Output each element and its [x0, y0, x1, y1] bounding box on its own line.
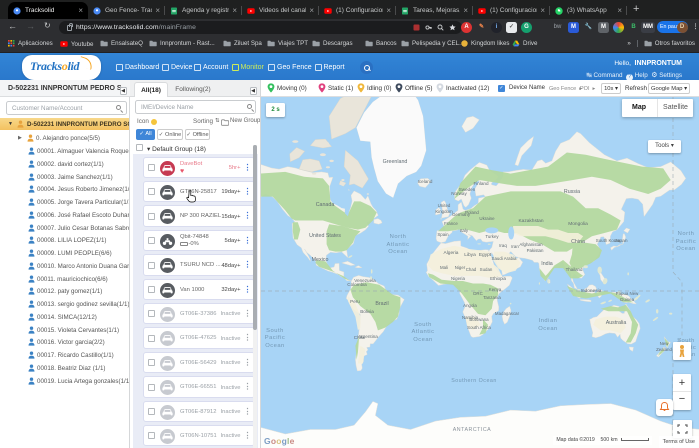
- svg-text:Finland: Finland: [473, 181, 489, 186]
- svg-text:France: France: [444, 221, 458, 226]
- svg-text:Sweden: Sweden: [459, 187, 476, 192]
- svg-text:Algeria: Algeria: [444, 250, 459, 256]
- svg-text:Iceland: Iceland: [418, 179, 433, 184]
- svg-text:Italy: Italy: [460, 228, 469, 233]
- svg-text:Iran: Iran: [511, 244, 519, 249]
- svg-text:Ocean: Ocean: [388, 249, 408, 255]
- svg-text:Japan: Japan: [614, 238, 627, 244]
- svg-text:Canada: Canada: [316, 202, 335, 208]
- svg-text:Kenya: Kenya: [489, 287, 502, 292]
- svg-text:New: New: [660, 341, 670, 346]
- svg-text:North: North: [678, 231, 695, 237]
- svg-text:Ocean: Ocean: [413, 337, 433, 343]
- svg-text:Mongolia: Mongolia: [568, 221, 588, 227]
- svg-text:China: China: [571, 239, 585, 245]
- svg-text:Greenland: Greenland: [383, 159, 408, 165]
- svg-text:Brazil: Brazil: [375, 301, 388, 307]
- svg-text:South Africa: South Africa: [467, 325, 491, 330]
- svg-text:Australia: Australia: [606, 320, 627, 326]
- svg-text:Ukraine: Ukraine: [479, 216, 495, 221]
- svg-text:Nigeria: Nigeria: [451, 276, 465, 281]
- svg-text:Guinea: Guinea: [620, 297, 635, 302]
- svg-text:Papua New: Papua New: [616, 291, 640, 296]
- svg-text:North: North: [390, 234, 407, 240]
- svg-text:Mexico: Mexico: [312, 257, 329, 263]
- svg-text:Saudi Arabia: Saudi Arabia: [492, 256, 517, 261]
- svg-text:South: South: [266, 328, 284, 334]
- svg-text:South: South: [414, 322, 432, 328]
- svg-text:Pacific: Pacific: [265, 335, 286, 341]
- svg-text:United States: United States: [309, 233, 341, 239]
- svg-text:Bolivia: Bolivia: [360, 309, 374, 314]
- svg-text:Angola: Angola: [463, 303, 477, 308]
- svg-text:Iraq: Iraq: [499, 243, 507, 248]
- svg-text:Russia: Russia: [564, 189, 580, 195]
- svg-text:Libya: Libya: [464, 252, 476, 258]
- svg-text:Indonesia: Indonesia: [581, 288, 602, 294]
- svg-text:Sudan: Sudan: [480, 267, 493, 272]
- svg-text:Germany: Germany: [452, 212, 471, 217]
- svg-text:Peru: Peru: [350, 299, 360, 304]
- svg-text:Kingdom: Kingdom: [435, 209, 453, 214]
- svg-text:Spain: Spain: [437, 232, 449, 237]
- svg-text:Afghanistan: Afghanistan: [519, 242, 543, 247]
- svg-text:Mali: Mali: [440, 265, 448, 270]
- svg-text:Namibia: Namibia: [462, 315, 479, 320]
- svg-text:Kazakhstan: Kazakhstan: [518, 218, 543, 224]
- svg-text:Madagascar: Madagascar: [495, 311, 520, 316]
- svg-text:Southern Ocean: Southern Ocean: [451, 378, 497, 384]
- svg-text:Atlantic: Atlantic: [386, 242, 409, 248]
- svg-text:Indian: Indian: [539, 318, 558, 324]
- svg-text:Egypt: Egypt: [479, 252, 492, 258]
- svg-text:Niger: Niger: [455, 265, 466, 270]
- svg-text:India: India: [541, 261, 553, 267]
- svg-text:ANTARCTICA: ANTARCTICA: [453, 427, 491, 433]
- svg-text:Tanzania: Tanzania: [483, 295, 501, 300]
- svg-text:Ocean: Ocean: [676, 246, 696, 252]
- svg-text:Ocean: Ocean: [265, 343, 285, 349]
- svg-text:Ocean: Ocean: [538, 326, 558, 332]
- svg-text:Atlantic: Atlantic: [411, 329, 434, 335]
- svg-text:Thailand: Thailand: [566, 267, 583, 272]
- svg-text:Ethiopia: Ethiopia: [490, 276, 506, 281]
- svg-text:Zealand: Zealand: [656, 347, 672, 352]
- svg-text:Turkey: Turkey: [485, 234, 499, 239]
- svg-text:Chad: Chad: [466, 267, 477, 272]
- svg-text:United: United: [438, 203, 451, 208]
- svg-text:Argentina: Argentina: [358, 334, 378, 339]
- svg-text:Pakistan: Pakistan: [527, 248, 544, 253]
- svg-text:DRC: DRC: [473, 291, 483, 296]
- svg-text:Pacific: Pacific: [676, 239, 697, 245]
- svg-text:Colombia: Colombia: [347, 282, 367, 287]
